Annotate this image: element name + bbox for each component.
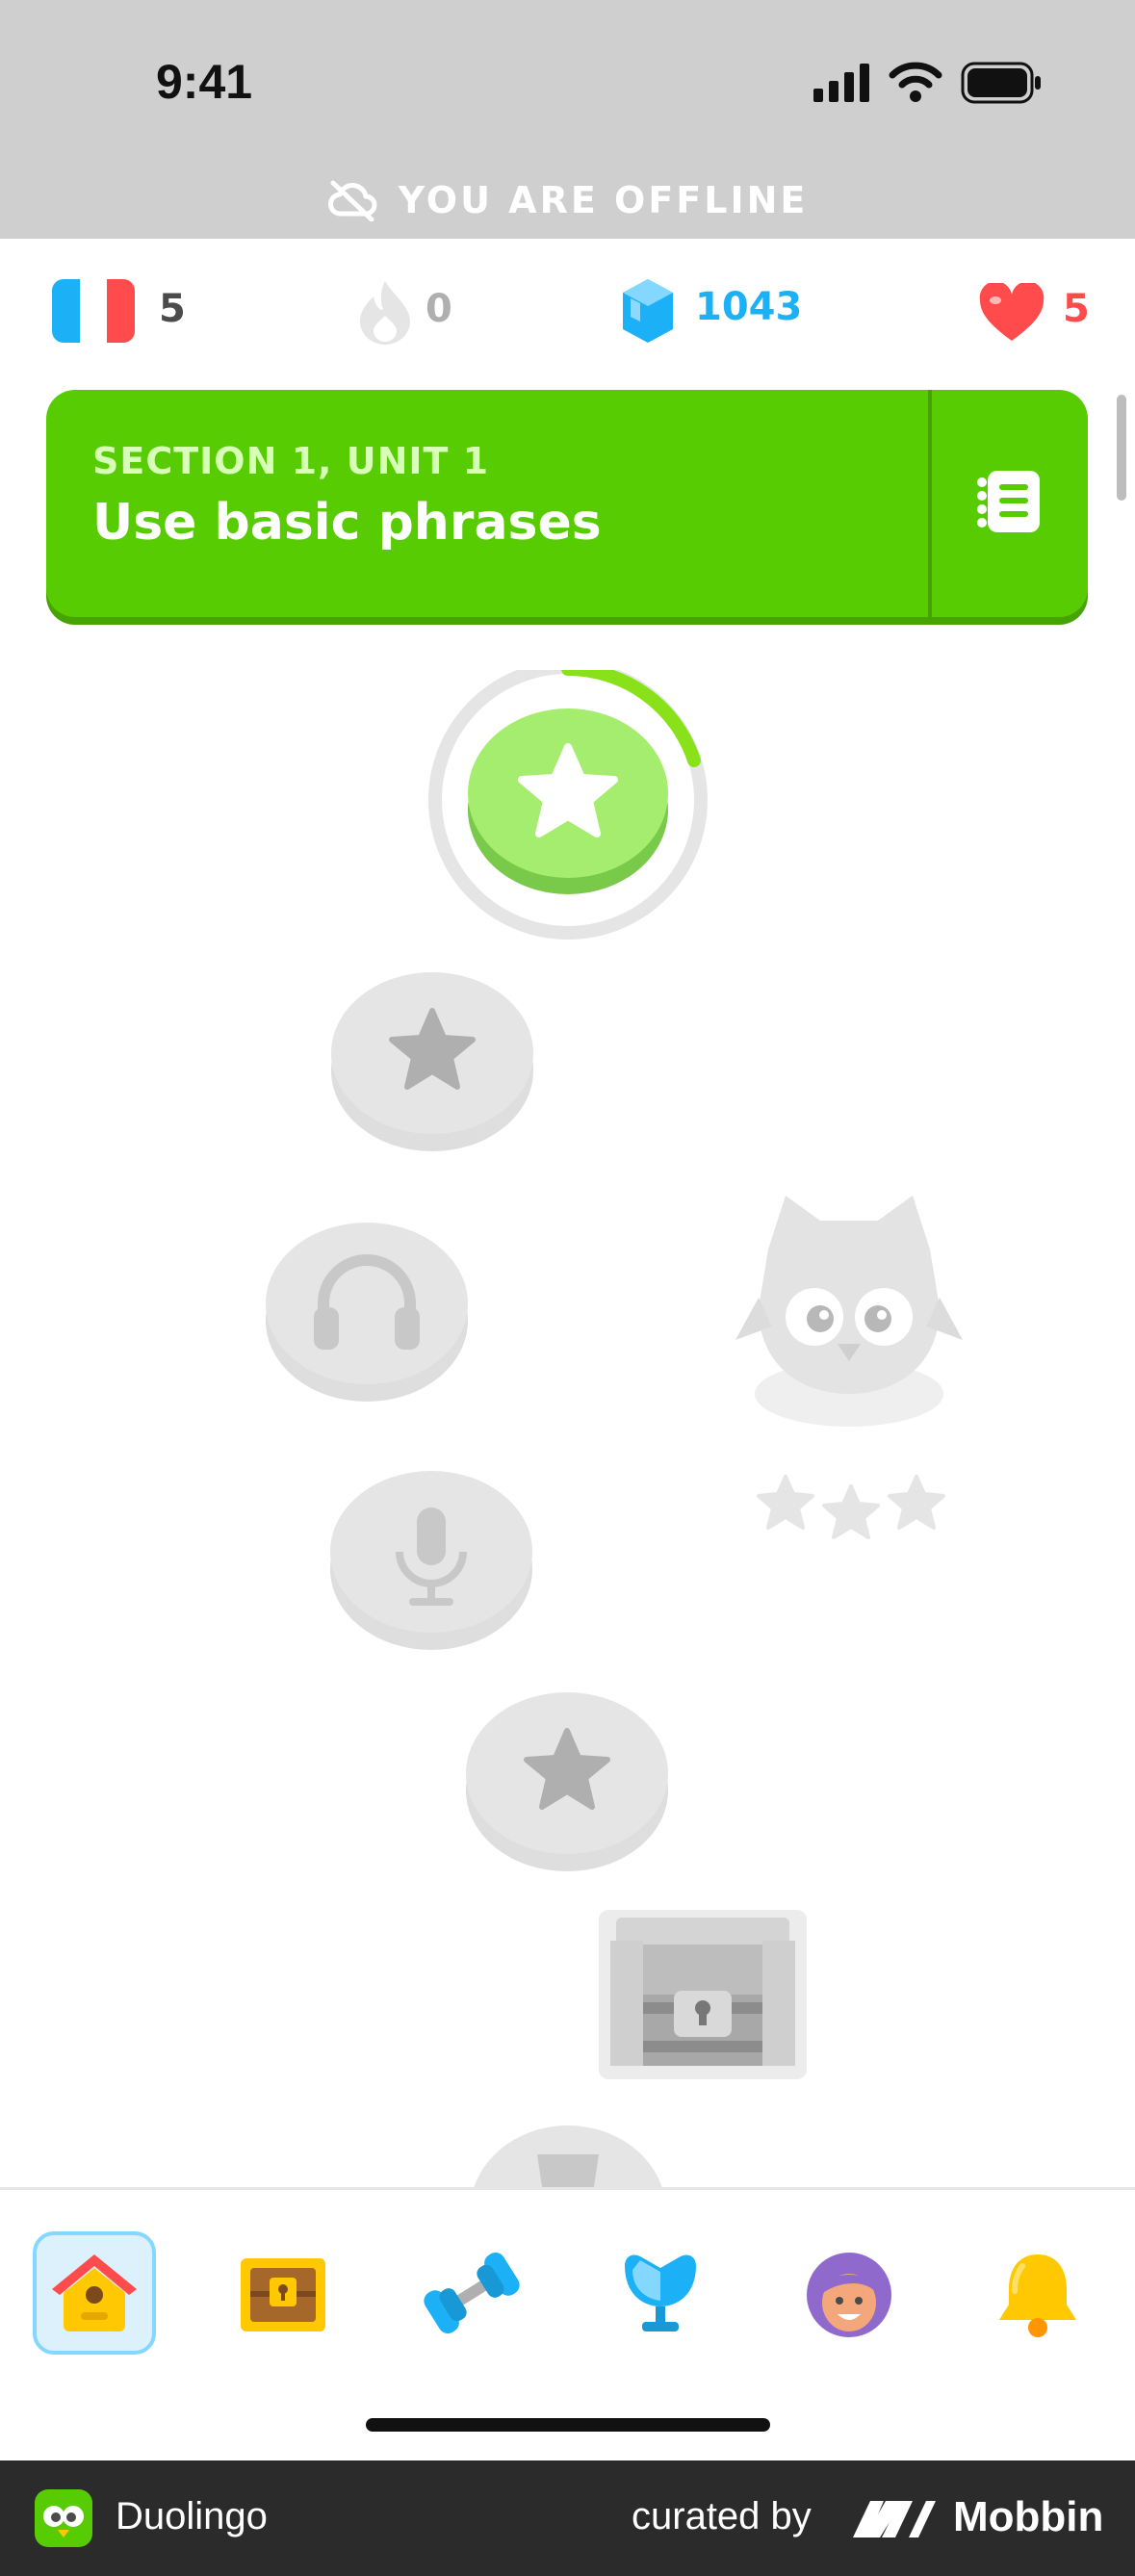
lesson-node-microphone-locked[interactable] xyxy=(328,1459,534,1652)
section-banner[interactable]: SECTION 1, UNIT 1 Use basic phrases xyxy=(46,390,1088,617)
lesson-node-active[interactable] xyxy=(424,670,712,940)
gem-icon[interactable] xyxy=(619,277,677,345)
status-bar: 9:41 YOU ARE OFFLINE xyxy=(0,0,1135,239)
treasure-chest-locked[interactable] xyxy=(597,1906,809,2081)
heart-icon[interactable] xyxy=(978,283,1045,343)
leagues-trophy-icon xyxy=(625,2254,696,2331)
flag-blue-stripe xyxy=(52,279,80,343)
owl-stars xyxy=(757,1475,945,1539)
battery-icon xyxy=(961,62,1041,104)
footer-bar: Duolingo curated by Mobbin xyxy=(0,2460,1135,2576)
footer-brand: Mobbin xyxy=(953,2493,1104,2540)
gem-count: 1043 xyxy=(695,285,803,329)
lesson-node-star-locked[interactable] xyxy=(329,961,535,1153)
hearts-count: 5 xyxy=(1063,287,1090,331)
home-icon xyxy=(52,2254,137,2331)
duo-owl-character xyxy=(735,1196,963,1427)
section-title: Use basic phrases xyxy=(92,494,602,552)
offline-text: YOU ARE OFFLINE xyxy=(398,179,809,221)
nav-shop[interactable] xyxy=(221,2231,345,2355)
treasure-chest-icon xyxy=(241,2258,325,2331)
offline-banner: YOU ARE OFFLINE xyxy=(0,179,1135,221)
course-flag-button[interactable] xyxy=(52,279,135,343)
footer-curated-by: curated by xyxy=(632,2495,812,2537)
bottom-nav-divider xyxy=(0,2187,1135,2190)
lesson-node-headphones-locked[interactable] xyxy=(264,1211,470,1404)
bell-icon xyxy=(999,2254,1076,2337)
nav-notifications[interactable] xyxy=(976,2231,1099,2355)
streak-flame-icon[interactable] xyxy=(354,277,416,347)
flag-white-stripe xyxy=(79,279,108,343)
wifi-icon xyxy=(889,62,942,102)
signal-icon xyxy=(813,64,869,102)
dumbbell-icon xyxy=(424,2252,520,2334)
guidebook-icon[interactable] xyxy=(974,467,1044,536)
mobbin-logo-icon xyxy=(853,2501,936,2537)
status-time: 9:41 xyxy=(156,55,253,109)
section-subtitle: SECTION 1, UNIT 1 xyxy=(92,440,490,482)
home-indicator xyxy=(366,2418,770,2432)
lesson-node-trophy-partial[interactable] xyxy=(468,2116,668,2187)
streak-count: 0 xyxy=(426,287,452,331)
lesson-node-star-locked-2[interactable] xyxy=(464,1681,670,1873)
course-count: 5 xyxy=(159,287,186,331)
profile-avatar-icon xyxy=(807,2253,891,2337)
cloud-off-icon xyxy=(327,180,377,221)
nav-profile[interactable] xyxy=(787,2231,911,2355)
scrollbar[interactable] xyxy=(1117,395,1126,501)
flag-red-stripe xyxy=(107,279,135,343)
banner-divider xyxy=(928,390,932,617)
nav-home[interactable] xyxy=(33,2231,156,2355)
footer-app-name: Duolingo xyxy=(116,2495,268,2537)
nav-practice[interactable] xyxy=(410,2231,533,2355)
nav-leagues[interactable] xyxy=(599,2231,722,2355)
duolingo-logo-icon xyxy=(35,2489,92,2547)
